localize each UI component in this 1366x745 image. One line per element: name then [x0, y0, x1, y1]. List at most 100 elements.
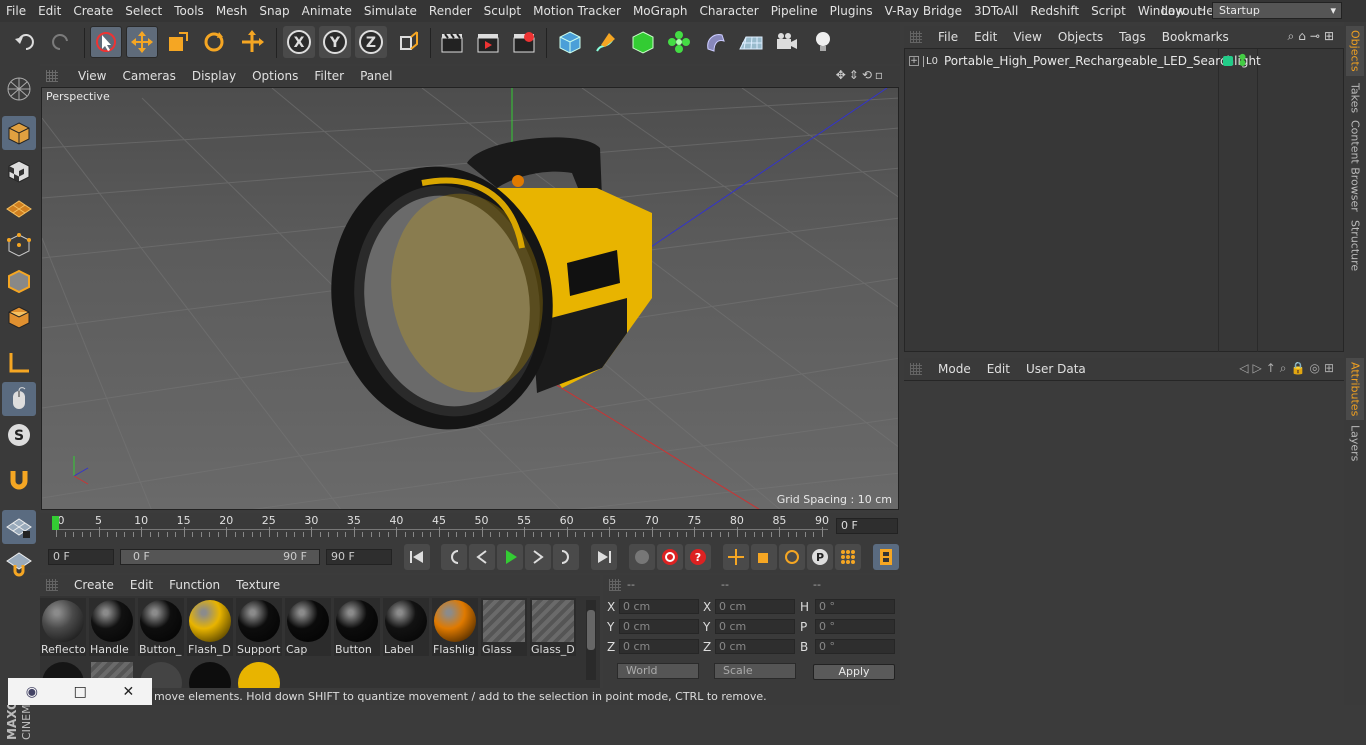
panel-grip-icon[interactable] — [46, 70, 58, 82]
viewport-menu-cameras[interactable]: Cameras — [114, 69, 183, 83]
material-swatch[interactable]: Reflecto — [40, 598, 86, 656]
objects-menu-edit[interactable]: Edit — [966, 30, 1005, 44]
tab-layers[interactable]: Layers — [1346, 424, 1364, 462]
key-position-button[interactable] — [723, 544, 749, 570]
attributes-menu-mode[interactable]: Mode — [930, 362, 979, 376]
attribute-tool-icons[interactable]: ◁▷↑⌕🔒◎⊞ — [1239, 361, 1338, 376]
menu-character[interactable]: Character — [693, 4, 764, 18]
menu-file[interactable]: File — [0, 4, 32, 18]
preview-range-slider[interactable]: 0 F 90 F — [120, 549, 320, 565]
material-swatch[interactable]: Flash_D — [187, 598, 233, 656]
object-name[interactable]: Portable_High_Power_Rechargeable_LED_Sea… — [944, 54, 1261, 68]
object-row[interactable]: + L0 Portable_High_Power_Rechargeable_LE… — [905, 51, 1343, 71]
tab-structure[interactable]: Structure — [1346, 218, 1364, 274]
menu-sculpt[interactable]: Sculpt — [478, 4, 527, 18]
tweak-mode-button[interactable] — [2, 382, 36, 416]
close-window-button[interactable]: ✕ — [122, 684, 134, 700]
tab-objects[interactable]: Objects — [1346, 26, 1364, 76]
add-floor-button[interactable] — [735, 26, 767, 58]
min-time-field[interactable]: 0 F — [48, 549, 114, 565]
coord-value-field[interactable]: 0 cm — [619, 599, 699, 614]
material-swatch-partial[interactable] — [236, 660, 282, 688]
objects-menu-tags[interactable]: Tags — [1111, 30, 1154, 44]
magnet-button[interactable] — [2, 464, 36, 498]
record-keys-button[interactable] — [657, 544, 683, 570]
menu-tools[interactable]: Tools — [168, 4, 210, 18]
scale-tool-button[interactable] — [162, 26, 194, 58]
tab-attributes[interactable]: Attributes — [1346, 358, 1364, 420]
live-selection-button[interactable] — [90, 26, 122, 58]
points-mode-button[interactable] — [2, 228, 36, 262]
add-spline-pen-button[interactable] — [590, 26, 622, 58]
move-tool-button[interactable] — [126, 26, 158, 58]
timeline-ruler[interactable]: 0 5 10 15 20 25 30 35 40 45 50 55 60 65 70 75 80 85 90 0 F — [40, 513, 900, 541]
menu-motion-tracker[interactable]: Motion Tracker — [527, 4, 627, 18]
menu-snap[interactable]: Snap — [253, 4, 295, 18]
coordinate-system-button[interactable] — [393, 26, 425, 58]
menu-plugins[interactable]: Plugins — [824, 4, 879, 18]
edges-mode-button[interactable] — [2, 264, 36, 298]
menu-render[interactable]: Render — [423, 4, 478, 18]
objects-menu-objects[interactable]: Objects — [1050, 30, 1111, 44]
material-menu-texture[interactable]: Texture — [228, 578, 288, 592]
current-frame-field[interactable]: 0 F — [836, 518, 898, 534]
key-rotation-button[interactable] — [779, 544, 805, 570]
undo-button[interactable] — [10, 26, 42, 58]
material-menu-create[interactable]: Create — [66, 578, 122, 592]
material-swatch[interactable]: Flashlig — [432, 598, 478, 656]
material-swatch[interactable]: Button_ — [138, 598, 184, 656]
size-mode-dropdown[interactable]: Scale — [714, 663, 796, 679]
menu-mograph[interactable]: MoGraph — [627, 4, 694, 18]
material-swatch[interactable]: Label — [383, 598, 429, 656]
autokey-button[interactable]: ? — [685, 544, 711, 570]
coord-value-field[interactable]: 0 cm — [715, 619, 795, 634]
add-light-button[interactable] — [807, 26, 839, 58]
coord-value-field[interactable]: 0 cm — [619, 619, 699, 634]
playhead[interactable] — [52, 516, 59, 530]
render-view-button[interactable] — [436, 26, 468, 58]
coord-value-field[interactable]: 0 ° — [815, 639, 895, 654]
viewport-nav-icons[interactable]: ✥⇕⟲▫ — [836, 68, 886, 82]
menu-select[interactable]: Select — [119, 4, 168, 18]
panel-grip-icon[interactable] — [46, 579, 58, 591]
add-cloner-button[interactable] — [663, 26, 695, 58]
objects-menu-bookmarks[interactable]: Bookmarks — [1154, 30, 1237, 44]
render-to-picture-viewer-button[interactable] — [472, 26, 504, 58]
menu-script[interactable]: Script — [1085, 4, 1132, 18]
viewport-menu-filter[interactable]: Filter — [306, 69, 352, 83]
expand-toggle-icon[interactable]: + — [909, 56, 919, 66]
model-mode-button[interactable] — [2, 116, 36, 150]
max-time-field[interactable]: 90 F — [326, 549, 392, 565]
rotate-tool-button[interactable] — [198, 26, 230, 58]
menu-create[interactable]: Create — [67, 4, 119, 18]
restore-window-button[interactable]: □ — [74, 684, 87, 700]
searchlight-model[interactable] — [311, 137, 652, 447]
menu-3dtoall[interactable]: 3DToAll — [968, 4, 1024, 18]
add-deformer-button[interactable] — [699, 26, 731, 58]
go-to-start-button[interactable] — [404, 544, 430, 570]
menu-redshift[interactable]: Redshift — [1024, 4, 1085, 18]
material-scrollbar[interactable] — [586, 600, 596, 680]
panel-grip-icon[interactable] — [609, 579, 621, 591]
add-camera-button[interactable] — [771, 26, 803, 58]
timeline-window-button[interactable] — [873, 544, 899, 570]
frame-ruler[interactable]: 0 5 10 15 20 25 30 35 40 45 50 55 60 65 70 75 80 85 90 — [52, 513, 829, 541]
transform-tool-button[interactable] — [236, 26, 268, 58]
objects-menu-view[interactable]: View — [1005, 30, 1049, 44]
menu-simulate[interactable]: Simulate — [358, 4, 423, 18]
apply-button[interactable]: Apply — [813, 664, 895, 680]
key-parameter-button[interactable]: P — [807, 544, 833, 570]
material-swatch[interactable]: Handle — [89, 598, 135, 656]
object-manager-tool-icons[interactable]: ⌕⌂⊸⊞ — [1288, 29, 1338, 44]
coord-value-field[interactable]: 0 cm — [619, 639, 699, 654]
menu-mesh[interactable]: Mesh — [210, 4, 254, 18]
viewport-menu-panel[interactable]: Panel — [352, 69, 400, 83]
add-cube-button[interactable] — [554, 26, 586, 58]
objects-menu-file[interactable]: File — [930, 30, 966, 44]
coord-value-field[interactable]: 0 cm — [715, 599, 795, 614]
coordinate-mode-dropdown[interactable]: World — [617, 663, 699, 679]
attributes-menu-edit[interactable]: Edit — [979, 362, 1018, 376]
menu-vray-bridge[interactable]: V-Ray Bridge — [879, 4, 968, 18]
perspective-viewport[interactable]: Perspective Grid Spacing : 10 cm — [41, 87, 899, 510]
material-menu-edit[interactable]: Edit — [122, 578, 161, 592]
